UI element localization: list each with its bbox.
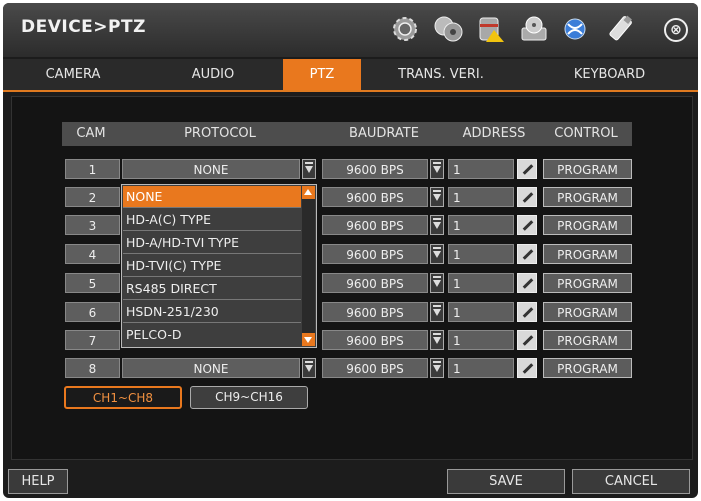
- baudrate-select[interactable]: 9600 BPS: [322, 187, 428, 207]
- address-field[interactable]: 1: [448, 159, 514, 179]
- dropdown-scrollbar[interactable]: [302, 186, 315, 346]
- program-button[interactable]: PROGRAM: [543, 358, 632, 378]
- protocol-option[interactable]: HD-A(C) TYPE: [123, 209, 301, 231]
- edit-address-icon[interactable]: [517, 187, 537, 207]
- table-header: CAM PROTOCOL BAUDRATE ADDRESS CONTROL: [62, 122, 632, 146]
- column-header-address: ADDRESS: [462, 126, 526, 141]
- baudrate-select[interactable]: 9600 BPS: [322, 244, 428, 264]
- cam-number: 8: [65, 358, 120, 378]
- address-field[interactable]: 1: [448, 215, 514, 235]
- address-field[interactable]: 1: [448, 244, 514, 264]
- baudrate-dropdown-arrow-icon[interactable]: [430, 273, 444, 293]
- baudrate-select[interactable]: 9600 BPS: [322, 358, 428, 378]
- scroll-down-arrow-icon[interactable]: [302, 333, 315, 346]
- program-button[interactable]: PROGRAM: [543, 187, 632, 207]
- page-ch1-ch8-button[interactable]: CH1~CH8: [64, 386, 182, 409]
- address-field[interactable]: 1: [448, 358, 514, 378]
- column-header-cam: CAM: [76, 126, 106, 141]
- save-button[interactable]: SAVE: [447, 469, 565, 494]
- disc-drive-icon[interactable]: [517, 12, 551, 46]
- window-title: DEVICE>PTZ: [21, 17, 146, 37]
- protocol-select[interactable]: NONE: [122, 159, 300, 179]
- scroll-up-arrow-icon[interactable]: [302, 186, 315, 199]
- tab-ptz[interactable]: PTZ: [283, 59, 361, 90]
- camera-reel-icon[interactable]: [431, 12, 465, 46]
- baudrate-dropdown-arrow-icon[interactable]: [430, 159, 444, 179]
- edit-address-icon[interactable]: [517, 159, 537, 179]
- edit-address-icon[interactable]: [517, 215, 537, 235]
- protocol-dropdown-arrow-icon[interactable]: [302, 159, 316, 179]
- baudrate-dropdown-arrow-icon[interactable]: [430, 330, 444, 350]
- baudrate-dropdown-arrow-icon[interactable]: [430, 187, 444, 207]
- column-header-protocol: PROTOCOL: [184, 126, 256, 141]
- tab-keyboard[interactable]: KEYBOARD: [521, 59, 698, 90]
- baudrate-select[interactable]: 9600 BPS: [322, 273, 428, 293]
- program-button[interactable]: PROGRAM: [543, 330, 632, 350]
- address-field[interactable]: 1: [448, 302, 514, 322]
- baudrate-dropdown-arrow-icon[interactable]: [430, 302, 444, 322]
- protocol-option[interactable]: RS485 DIRECT: [123, 278, 301, 300]
- baudrate-select[interactable]: 9600 BPS: [322, 330, 428, 350]
- program-button[interactable]: PROGRAM: [543, 273, 632, 293]
- network-icon[interactable]: [560, 12, 594, 46]
- program-button[interactable]: PROGRAM: [543, 215, 632, 235]
- cam-number: 6: [65, 302, 120, 322]
- protocol-select[interactable]: NONE: [122, 358, 300, 378]
- edit-address-icon[interactable]: [517, 358, 537, 378]
- address-field[interactable]: 1: [448, 187, 514, 207]
- cancel-button[interactable]: CANCEL: [572, 469, 690, 494]
- tab-trans-veri[interactable]: TRANS. VERI.: [361, 59, 521, 90]
- cam-number: 1: [65, 159, 120, 179]
- protocol-dropdown-list[interactable]: NONE HD-A(C) TYPE HD-A/HD-TVI TYPE HD-TV…: [121, 184, 317, 348]
- baudrate-dropdown-arrow-icon[interactable]: [430, 244, 444, 264]
- page-ch9-ch16-button[interactable]: CH9~CH16: [190, 386, 308, 409]
- help-button[interactable]: HELP: [8, 469, 68, 494]
- tab-bar: CAMERA AUDIO PTZ TRANS. VERI. KEYBOARD: [3, 59, 698, 92]
- protocol-option[interactable]: HD-TVI(C) TYPE: [123, 255, 301, 277]
- baudrate-dropdown-arrow-icon[interactable]: [430, 358, 444, 378]
- address-field[interactable]: 1: [448, 330, 514, 350]
- cam-number: 7: [65, 330, 120, 350]
- cam-number: 5: [65, 273, 120, 293]
- edit-address-icon[interactable]: [517, 330, 537, 350]
- cam-number: 3: [65, 215, 120, 235]
- baudrate-select[interactable]: 9600 BPS: [322, 215, 428, 235]
- protocol-option[interactable]: NONE: [123, 186, 301, 208]
- gear-icon[interactable]: [388, 12, 422, 46]
- protocol-dropdown-arrow-icon[interactable]: [302, 358, 316, 378]
- cam-number: 4: [65, 244, 120, 264]
- program-button[interactable]: PROGRAM: [543, 244, 632, 264]
- address-field[interactable]: 1: [448, 273, 514, 293]
- cam-number: 2: [65, 187, 120, 207]
- column-header-baudrate: BAUDRATE: [349, 126, 419, 141]
- protocol-option[interactable]: HD-A/HD-TVI TYPE: [123, 232, 301, 254]
- tab-audio[interactable]: AUDIO: [143, 59, 283, 90]
- protocol-option[interactable]: HSDN-251/230: [123, 301, 301, 323]
- baudrate-select[interactable]: 9600 BPS: [322, 159, 428, 179]
- edit-address-icon[interactable]: [517, 244, 537, 264]
- usb-icon[interactable]: [603, 12, 637, 46]
- protocol-option[interactable]: PELCO-D: [123, 324, 301, 346]
- baudrate-select[interactable]: 9600 BPS: [322, 302, 428, 322]
- program-button[interactable]: PROGRAM: [543, 159, 632, 179]
- close-icon[interactable]: ⊗: [664, 18, 688, 42]
- database-icon[interactable]: [474, 12, 508, 46]
- edit-address-icon[interactable]: [517, 273, 537, 293]
- column-header-control: CONTROL: [554, 126, 618, 141]
- tab-camera[interactable]: CAMERA: [3, 59, 143, 90]
- program-button[interactable]: PROGRAM: [543, 302, 632, 322]
- baudrate-dropdown-arrow-icon[interactable]: [430, 215, 444, 235]
- title-bar: DEVICE>PTZ ⊗: [3, 3, 698, 57]
- edit-address-icon[interactable]: [517, 302, 537, 322]
